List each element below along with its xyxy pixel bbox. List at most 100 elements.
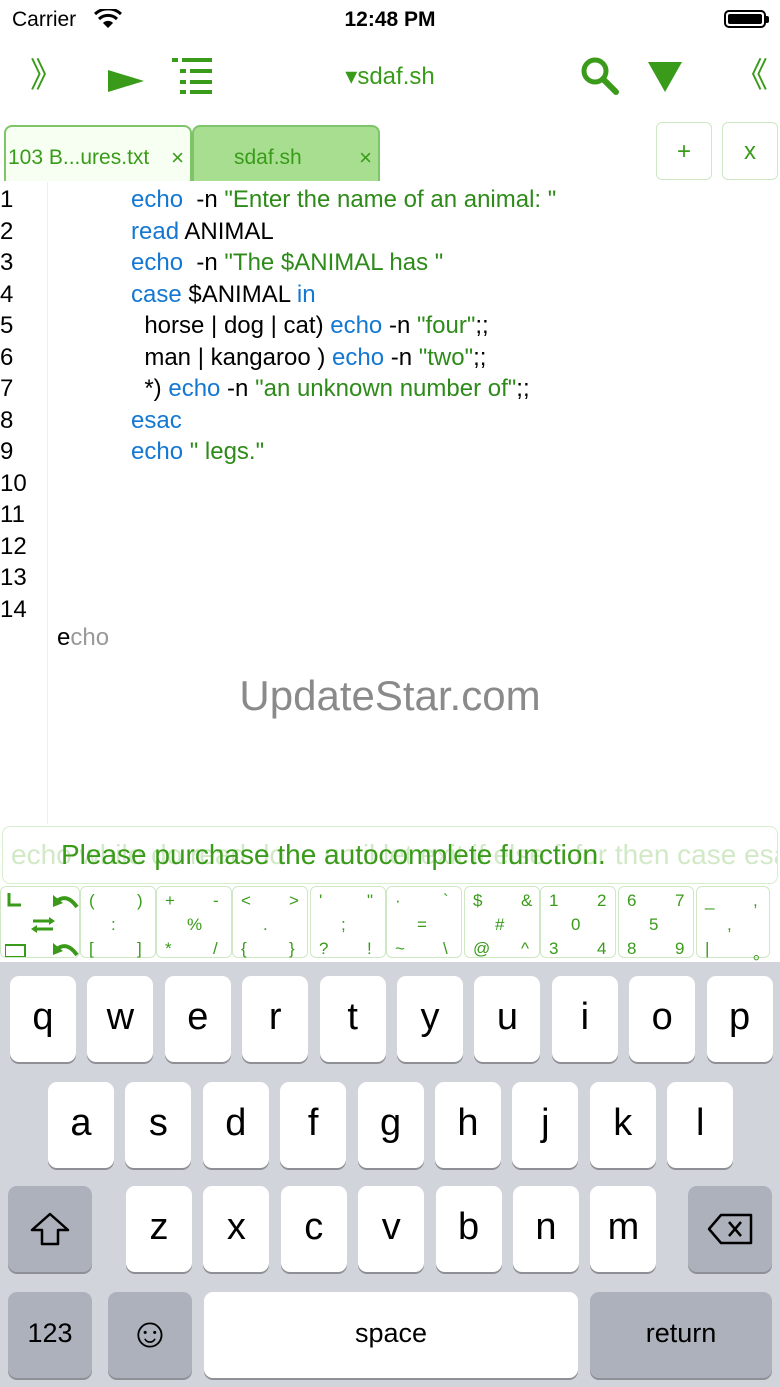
keyword-token: echo [131, 249, 184, 276]
watermark: UpdateStar.com [239, 672, 541, 719]
key-letter[interactable]: g [357, 1082, 424, 1168]
symbol-char: 8 [627, 939, 637, 958]
symbol-key[interactable]: _,, | 。 [696, 886, 770, 963]
autocomplete-ghost-text: echo [57, 624, 110, 651]
cursor-nav-key[interactable] [0, 886, 80, 958]
toolbar: 》 ▾sdaf.sh 《 [0, 40, 780, 118]
backspace-key[interactable] [688, 1186, 772, 1272]
triangle-down-icon[interactable] [648, 62, 682, 92]
code-line: horse | dog | cat) echo -n "four";; [131, 312, 488, 340]
text-token: $ANIMAL [181, 280, 297, 308]
key-letter[interactable]: a [48, 1082, 114, 1168]
symbol-char: ] [137, 939, 142, 958]
key-letter[interactable]: s [125, 1082, 192, 1168]
close-tab-icon[interactable]: × [359, 127, 372, 189]
symbol-key[interactable]: + -% * / [156, 886, 232, 958]
symbol-char: : [111, 915, 116, 934]
string-token: "The $ANIMAL has " [224, 249, 444, 276]
purchase-message[interactable]: Please purchase the autocomplete functio… [61, 839, 606, 871]
key-letter[interactable]: y [397, 976, 463, 1062]
key-letter[interactable]: q [10, 976, 76, 1062]
text-token: -n [183, 186, 225, 213]
key-letter[interactable]: u [474, 976, 541, 1062]
clock: 12:48 PM [344, 8, 436, 31]
symbol-char: 9 [675, 939, 685, 958]
symbol-char: + [165, 891, 175, 910]
key-letter[interactable]: i [551, 976, 618, 1062]
symbol-key[interactable]: < >. {} [232, 886, 308, 958]
symbol-key[interactable]: (): [] [80, 886, 156, 958]
key-letter[interactable]: x [203, 1186, 270, 1272]
symbol-char: 1 [549, 891, 559, 910]
symbol-char: ! [367, 939, 372, 958]
symbol-char: " [367, 891, 374, 910]
shift-key[interactable] [8, 1186, 92, 1272]
close-tab-icon[interactable]: × [171, 127, 184, 189]
search-icon[interactable] [580, 56, 620, 96]
text-token: horse | dog | cat) [131, 312, 331, 339]
close-all-button[interactable]: x [722, 122, 778, 180]
symbol-char: ; [341, 915, 346, 934]
symbol-char: @ [473, 939, 491, 958]
symbol-key[interactable]: 1 203 4 [540, 886, 616, 958]
tab-label: 103 B...ures.txt [8, 146, 150, 169]
key-letter[interactable]: r [242, 976, 309, 1062]
symbol-char: } [289, 939, 295, 958]
key-letter[interactable]: c [280, 1186, 347, 1272]
add-tab-button[interactable]: + [656, 122, 712, 180]
symbol-char: ~ [395, 939, 405, 958]
autocomplete-bar[interactable]: echo while do read done until let exit i… [2, 826, 778, 884]
symbol-char: ' [319, 891, 323, 910]
symbol-char: 4 [597, 939, 607, 958]
symbol-key[interactable]: · ` = ~ \ [386, 886, 462, 958]
symbol-char: \ [443, 939, 448, 958]
key-letter[interactable]: m [590, 1186, 657, 1272]
key-letter[interactable]: n [513, 1186, 579, 1272]
key-letter[interactable]: b [435, 1186, 502, 1272]
code-area[interactable]: echo -n "Enter the name of an animal: " r… [0, 182, 780, 824]
code-line: man | kangaroo ) echo -n "two";; [131, 344, 486, 372]
symbol-char: | [705, 939, 710, 958]
string-token: " legs." [183, 438, 265, 465]
symbol-key[interactable]: ' ";?! [310, 886, 386, 958]
string-token: "two" [418, 343, 474, 371]
code-editor[interactable]: 1 2 3 4 5 6 7 8 9 10 11 12 13 14 echo -n "Enter the n… [0, 182, 780, 824]
symbol-key[interactable]: $ & # @ ^ [464, 886, 540, 958]
collapse-toggle-button[interactable]: 《 [734, 52, 768, 100]
shift-arrow-icon [30, 1212, 70, 1246]
tab-sdaf-sh[interactable]: sdaf.sh × [192, 125, 380, 181]
symbol-char: · [395, 891, 401, 910]
text-token: -n [382, 312, 417, 339]
keyword-token: read [131, 217, 180, 245]
return-key[interactable]: return [590, 1292, 772, 1378]
symbol-key[interactable]: 6 758 9 [618, 886, 694, 958]
code-line: case $ANIMAL in [131, 281, 316, 309]
key-letter[interactable]: z [126, 1186, 192, 1272]
key-letter[interactable]: h [435, 1082, 501, 1168]
symbol-char: / [213, 939, 218, 958]
key-letter[interactable]: f [280, 1082, 347, 1168]
string-token: "Enter the name of an animal: " [224, 186, 557, 213]
key-letter[interactable]: j [512, 1082, 579, 1168]
key-letter[interactable]: o [629, 976, 696, 1062]
key-letter[interactable]: d [202, 1082, 269, 1168]
numbers-key[interactable]: 123 [8, 1292, 92, 1378]
tab-bar: 103 B...ures.txt × sdaf.sh × + x [0, 122, 780, 182]
space-key[interactable]: space [204, 1292, 578, 1378]
symbol-char: _ [705, 891, 715, 910]
key-letter[interactable]: k [589, 1082, 656, 1168]
tab-file-txt[interactable]: 103 B...ures.txt × [4, 125, 192, 181]
emoji-key[interactable]: ☺ [108, 1292, 192, 1378]
key-letter[interactable]: l [667, 1082, 734, 1168]
text-token: -n [183, 249, 225, 276]
key-letter[interactable]: e [164, 976, 231, 1062]
key-letter[interactable]: t [319, 976, 386, 1062]
key-letter[interactable]: p [706, 976, 773, 1062]
status-bar: Carrier 12:48 PM [0, 0, 780, 40]
string-token: "four" [416, 312, 476, 339]
keyword-token: case [131, 280, 182, 308]
symbol-char: < [241, 891, 251, 910]
key-letter[interactable]: w [87, 976, 154, 1062]
key-letter[interactable]: v [358, 1186, 425, 1272]
symbol-char: & [521, 891, 533, 910]
